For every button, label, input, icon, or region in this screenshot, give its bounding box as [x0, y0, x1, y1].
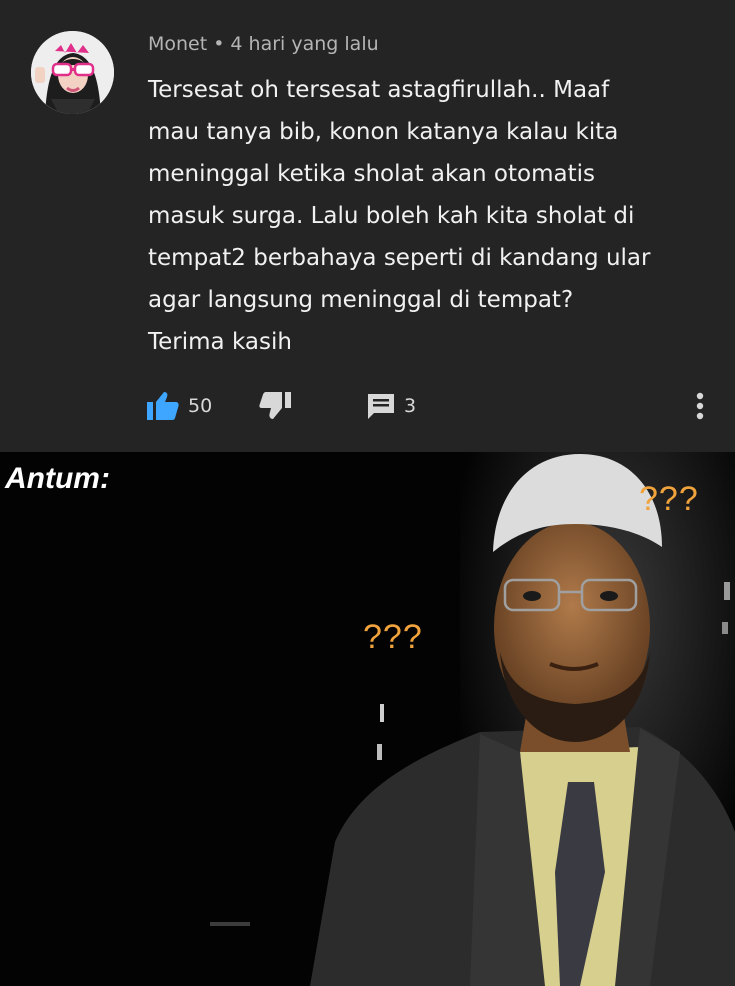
comment-text-line: tempat2 berbahaya seperti di kandang ula…	[148, 245, 651, 271]
avatar[interactable]	[31, 31, 114, 114]
comment-icon	[368, 394, 394, 419]
comment-meta: Monet • 4 hari yang lalu	[148, 33, 379, 55]
comment-actions: 50 3	[146, 387, 726, 427]
comment-text-line: masuk surga. Lalu boleh kah kita sholat …	[148, 203, 635, 229]
meme-image: Antum: ??? ???	[0, 452, 735, 986]
question-marks-left: ???	[363, 618, 423, 656]
like-button[interactable]: 50	[146, 387, 212, 425]
reply-count: 3	[404, 395, 417, 417]
dislike-button[interactable]	[258, 387, 292, 425]
author-name[interactable]: Monet	[148, 33, 207, 55]
more-vert-icon	[696, 392, 704, 420]
meta-separator: •	[213, 33, 225, 55]
comment-text-line: meninggal ketika sholat akan otomatis	[148, 161, 595, 187]
question-marks-right: ???	[639, 480, 699, 518]
man-photo	[210, 452, 735, 986]
more-options-button[interactable]	[686, 387, 714, 425]
comment-text-line: Tersesat oh tersesat astagfirullah.. Maa…	[148, 77, 610, 103]
comment-text: Tersesat oh tersesat astagfirullah.. Maa…	[148, 69, 708, 363]
comment-text-line: mau tanya bib, konon katanya kalau kita	[148, 119, 619, 145]
meme-caption: Antum:	[5, 462, 110, 495]
avatar-image	[31, 31, 114, 114]
like-count: 50	[188, 395, 213, 417]
comment-timestamp[interactable]: 4 hari yang lalu	[230, 33, 378, 55]
screenshot: Monet • 4 hari yang lalu Tersesat oh terse…	[0, 0, 735, 986]
thumbs-up-icon	[147, 392, 179, 420]
thumbs-down-icon	[259, 392, 291, 419]
comment-card: Monet • 4 hari yang lalu Tersesat oh terse…	[0, 0, 735, 452]
reply-button[interactable]: 3	[366, 387, 416, 425]
comment-text-line: Terima kasih	[148, 329, 292, 355]
comment-text-line: agar langsung meninggal di tempat?	[148, 287, 574, 313]
